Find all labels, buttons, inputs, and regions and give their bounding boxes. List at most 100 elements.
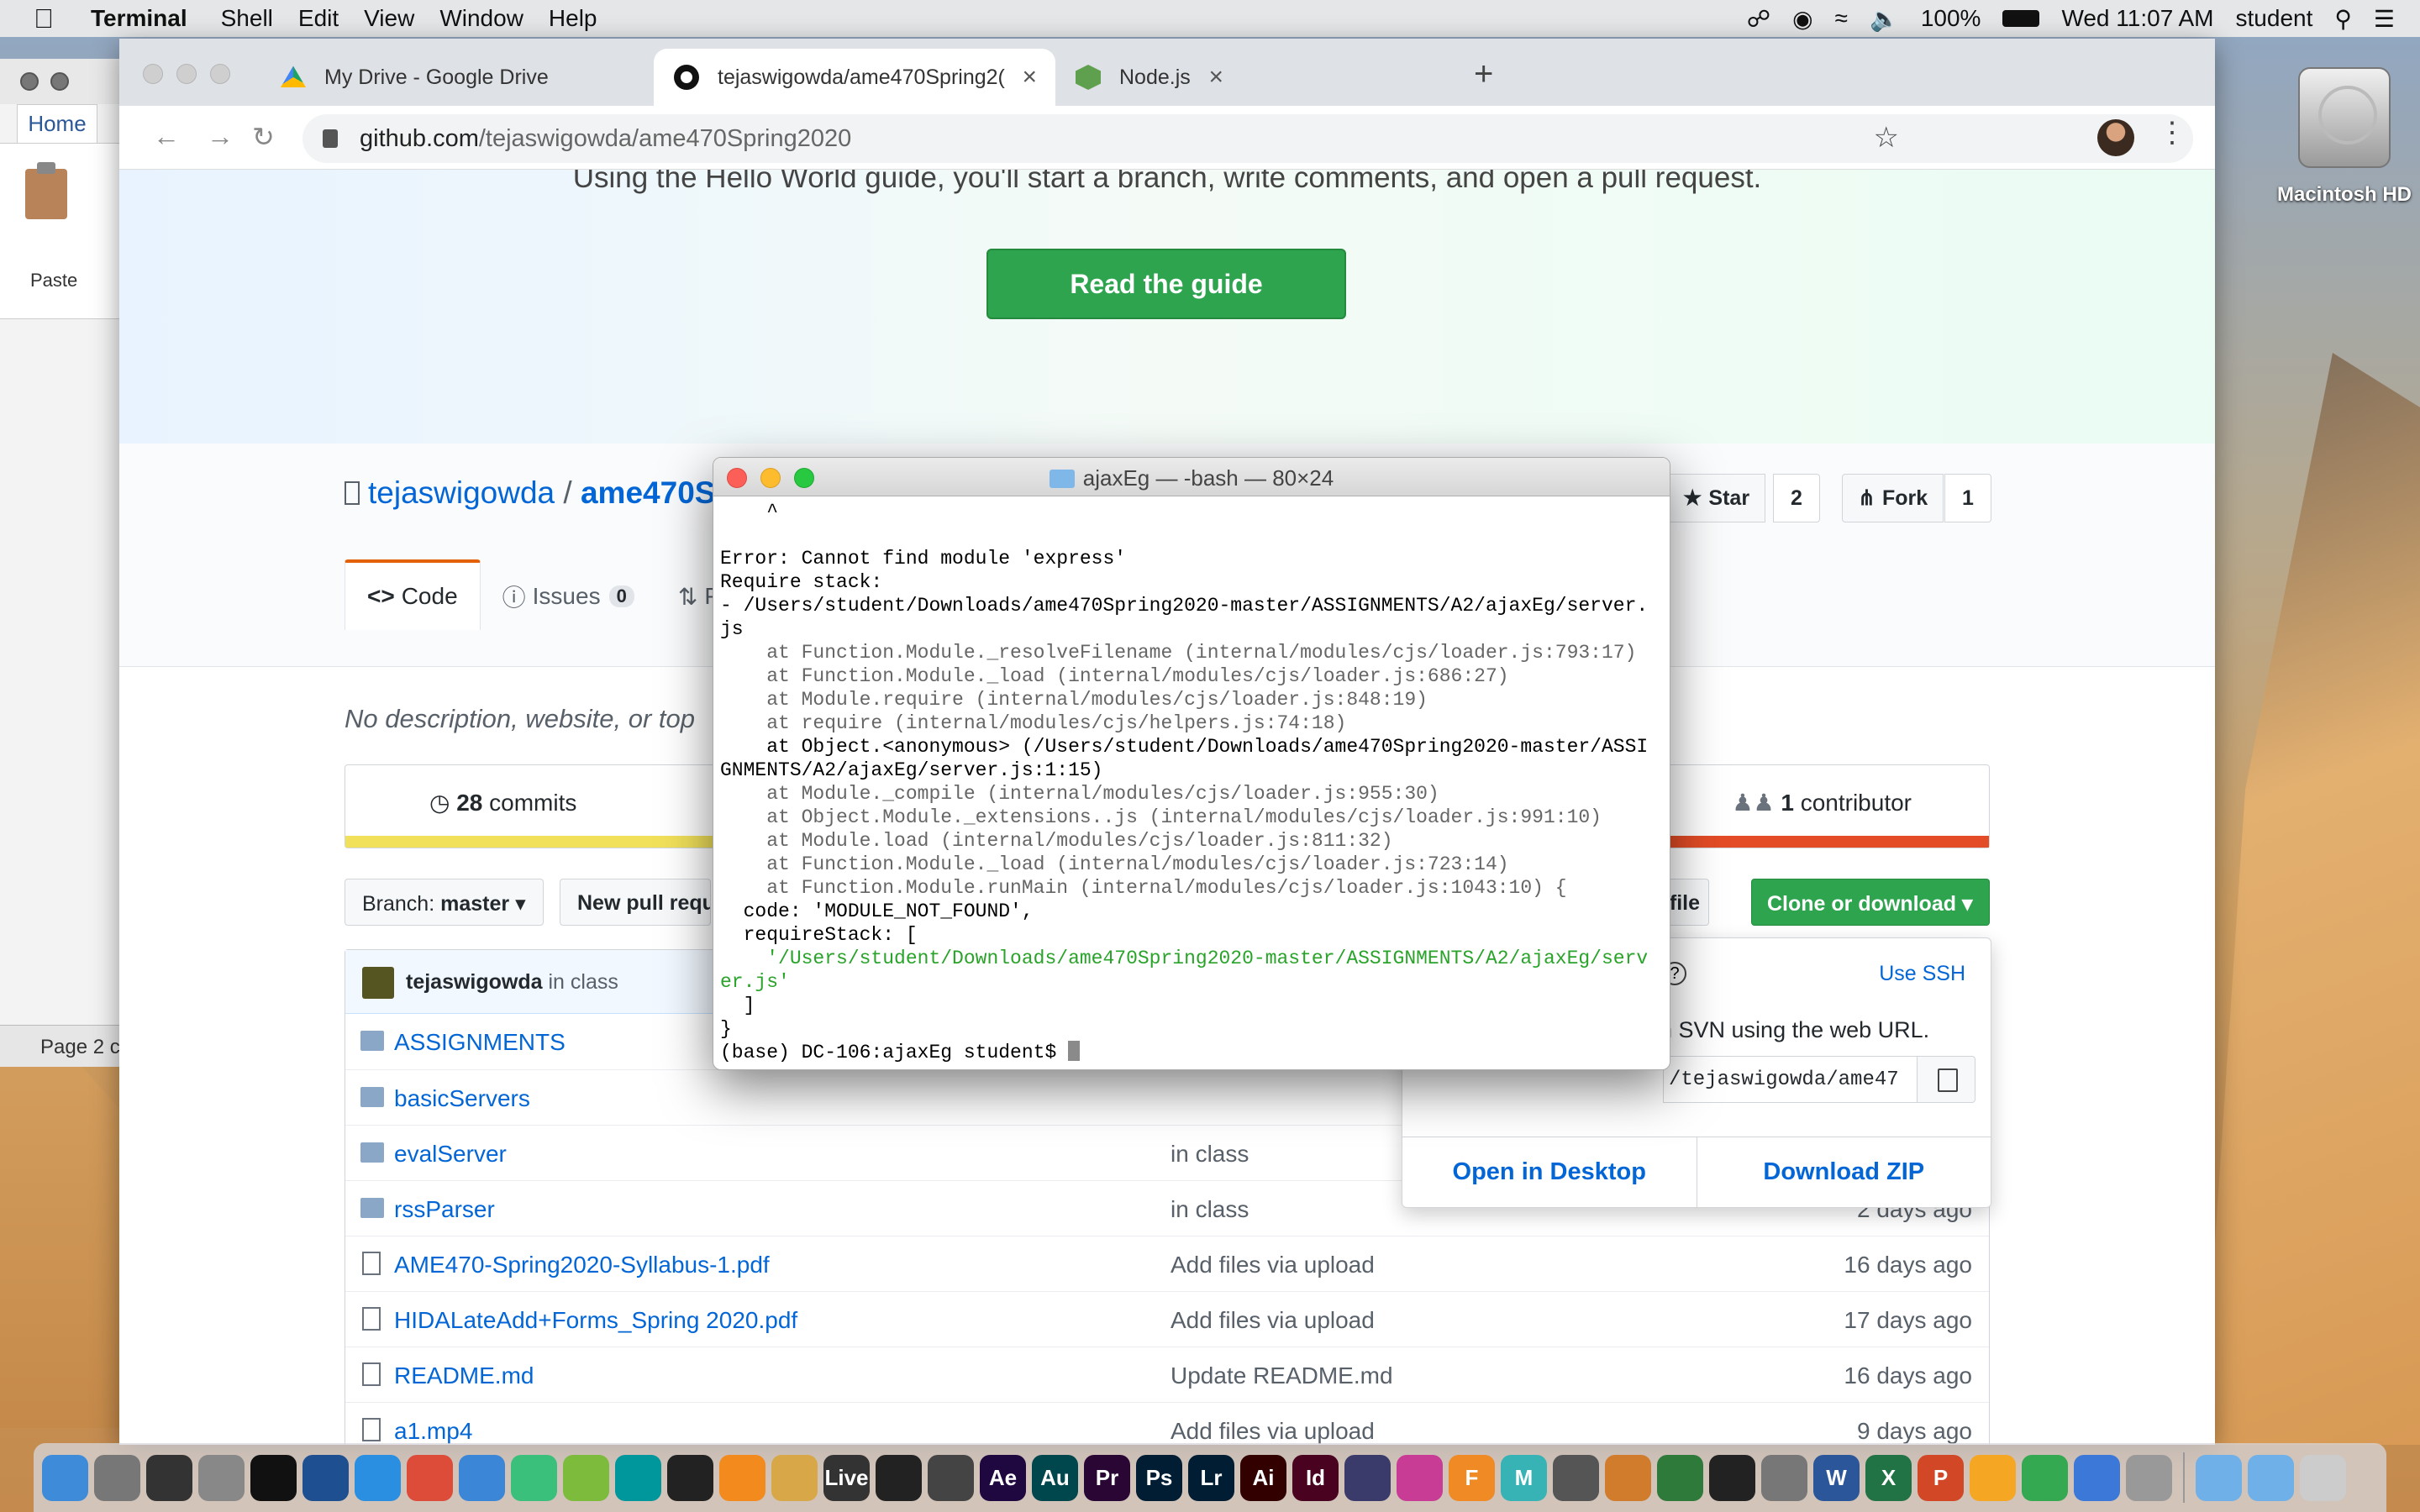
- dock-android-studio-icon[interactable]: [563, 1454, 609, 1501]
- repo-owner-link[interactable]: tejaswigowda: [368, 475, 555, 510]
- chrome-close-button[interactable]: [143, 64, 163, 84]
- wifi-icon[interactable]: ≈: [1835, 5, 1848, 32]
- file-commit-message[interactable]: in class: [1171, 1141, 1249, 1168]
- dock-xcode-icon[interactable]: [459, 1454, 505, 1501]
- url-text[interactable]: github.com/tejaswigowda/ame470Spring2020: [360, 125, 851, 153]
- dock-downloads-folder-icon[interactable]: [2248, 1454, 2294, 1501]
- menu-user[interactable]: student: [2236, 5, 2313, 32]
- dock-vlc-icon[interactable]: [719, 1454, 765, 1501]
- word-minimize-button[interactable]: [50, 72, 69, 91]
- bear-icon[interactable]: ◉: [1792, 5, 1812, 33]
- apple-menu-icon[interactable]: : [34, 3, 74, 34]
- file-row[interactable]: HIDALateAdd+Forms_Spring 2020.pdf Add fil…: [345, 1291, 1989, 1347]
- creative-cloud-icon[interactable]: ☍: [1747, 5, 1770, 33]
- back-arrow-icon[interactable]: ←: [153, 121, 180, 152]
- dock-photoshop-icon[interactable]: Ps: [1136, 1454, 1182, 1501]
- fork-button[interactable]: ⋔ Fork: [1842, 474, 1944, 522]
- dock-trash-icon[interactable]: [2300, 1454, 2346, 1501]
- word-close-button[interactable]: [20, 72, 39, 91]
- dock-word-icon[interactable]: W: [1813, 1454, 1860, 1501]
- dock-launchpad-icon[interactable]: [94, 1454, 140, 1501]
- author-avatar[interactable]: [362, 967, 394, 999]
- dock-cyberduck-icon[interactable]: [771, 1454, 818, 1501]
- dock-atom-icon[interactable]: [511, 1454, 557, 1501]
- dock-cinema-icon[interactable]: [1553, 1454, 1599, 1501]
- file-commit-message[interactable]: Add files via upload: [1171, 1418, 1375, 1445]
- file-name-link[interactable]: a1.mp4: [394, 1418, 472, 1445]
- dock-pages-icon[interactable]: [1970, 1454, 2016, 1501]
- dock-compressor-icon[interactable]: [1761, 1454, 1807, 1501]
- clone-url-input[interactable]: /tejaswigowda/ame47: [1663, 1056, 1917, 1103]
- dock-applications-folder-icon[interactable]: [2196, 1454, 2242, 1501]
- dock-max-icon[interactable]: [928, 1454, 974, 1501]
- chrome-menu-icon[interactable]: ⋮: [2158, 116, 2186, 150]
- file-name-link[interactable]: basicServers: [394, 1085, 530, 1112]
- dock-audition-icon[interactable]: Au: [1032, 1454, 1078, 1501]
- dock-sourcetree-icon[interactable]: [302, 1454, 349, 1501]
- menu-help[interactable]: Help: [549, 5, 623, 32]
- file-name-link[interactable]: HIDALateAdd+Forms_Spring 2020.pdf: [394, 1307, 797, 1334]
- dock-system-preferences-icon[interactable]: [198, 1454, 245, 1501]
- dock-wireshark-icon[interactable]: [1657, 1454, 1703, 1501]
- use-ssh-link[interactable]: Use SSH: [1879, 962, 1965, 986]
- dock-final-cut-icon[interactable]: [1709, 1454, 1755, 1501]
- fork-count[interactable]: 1: [1944, 474, 1991, 522]
- dock-chrome-icon[interactable]: [407, 1454, 453, 1501]
- dock-after-effects-icon[interactable]: Ae: [980, 1454, 1026, 1501]
- close-tab-icon[interactable]: ×: [1022, 63, 1037, 92]
- notification-center-icon[interactable]: ☰: [2374, 5, 2395, 33]
- tab-code[interactable]: <> Code: [345, 559, 481, 630]
- file-name-link[interactable]: ASSIGNMENTS: [394, 1029, 566, 1056]
- bookmark-star-icon[interactable]: ☆: [1874, 121, 1899, 155]
- star-button[interactable]: ★ Star: [1667, 474, 1766, 522]
- file-commit-message[interactable]: Add files via upload: [1171, 1252, 1375, 1278]
- dock-fusion-360-icon[interactable]: F: [1449, 1454, 1495, 1501]
- dock-printer-icon[interactable]: [2126, 1454, 2172, 1501]
- volume-icon[interactable]: 🔈: [1870, 5, 1899, 33]
- tab-issues[interactable]: ⓘ Issues 0: [481, 563, 656, 630]
- menu-window[interactable]: Window: [439, 5, 549, 32]
- profile-avatar[interactable]: [2097, 119, 2134, 156]
- battery-percent[interactable]: 100%: [1921, 5, 1981, 32]
- file-row[interactable]: a1.mp4 Add files via upload 9 days ago: [345, 1402, 1989, 1445]
- clone-download-button[interactable]: Clone or download ▾: [1751, 879, 1990, 926]
- download-zip-button[interactable]: Download ZIP: [1697, 1137, 1991, 1207]
- star-count[interactable]: 2: [1773, 474, 1820, 522]
- new-tab-button[interactable]: +: [1474, 55, 1493, 93]
- hard-drive-icon[interactable]: [2298, 67, 2391, 168]
- dock-unity-icon[interactable]: [876, 1454, 922, 1501]
- dock-keynote-icon[interactable]: [2074, 1454, 2120, 1501]
- read-guide-button[interactable]: Read the guide: [986, 249, 1346, 319]
- dock-lightroom-icon[interactable]: Lr: [1188, 1454, 1234, 1501]
- dock-mission-control-icon[interactable]: [146, 1454, 192, 1501]
- menu-edit[interactable]: Edit: [298, 5, 364, 32]
- dock-arduino-icon[interactable]: [615, 1454, 661, 1501]
- chrome-zoom-button[interactable]: [210, 64, 230, 84]
- file-row[interactable]: AME470-Spring2020-Syllabus-1.pdf Add file…: [345, 1236, 1989, 1291]
- dock-finder-icon[interactable]: [42, 1454, 88, 1501]
- forward-arrow-icon[interactable]: →: [207, 121, 234, 152]
- spotlight-search-icon[interactable]: ⚲: [2334, 5, 2352, 33]
- close-tab-icon[interactable]: ×: [1208, 63, 1223, 92]
- word-paste-label[interactable]: Paste: [30, 270, 77, 291]
- commit-author[interactable]: tejaswigowda: [406, 970, 543, 994]
- battery-icon[interactable]: [2002, 10, 2040, 27]
- file-name-link[interactable]: evalServer: [394, 1141, 507, 1168]
- clipboard-icon[interactable]: [25, 162, 67, 219]
- commits-link[interactable]: ◷ 28 commits: [429, 789, 576, 816]
- menu-clock[interactable]: Wed 11:07 AM: [2061, 5, 2213, 32]
- macintosh-hd[interactable]: Macintosh HD: [2269, 67, 2420, 207]
- file-name-link[interactable]: AME470-Spring2020-Syllabus-1.pdf: [394, 1252, 770, 1278]
- dock-isadora-icon[interactable]: [1344, 1454, 1391, 1501]
- new-pull-request-button[interactable]: New pull requ: [560, 879, 711, 926]
- dock-maya-icon[interactable]: M: [1501, 1454, 1547, 1501]
- repo-name-link[interactable]: ame470S: [581, 475, 715, 510]
- branch-selector[interactable]: Branch: master ▾: [345, 879, 544, 926]
- dock-ableton-live-icon[interactable]: Live: [823, 1454, 870, 1501]
- menu-view[interactable]: View: [364, 5, 439, 32]
- chrome-minimize-button[interactable]: [176, 64, 197, 84]
- address-bar[interactable]: github.com/tejaswigowda/ame470Spring2020…: [302, 114, 2193, 163]
- dock-indesign-icon[interactable]: Id: [1292, 1454, 1339, 1501]
- file-commit-message[interactable]: Add files via upload: [1171, 1307, 1375, 1334]
- terminal-prompt-line[interactable]: (base) DC-106:ajaxEg student$: [720, 1041, 1663, 1064]
